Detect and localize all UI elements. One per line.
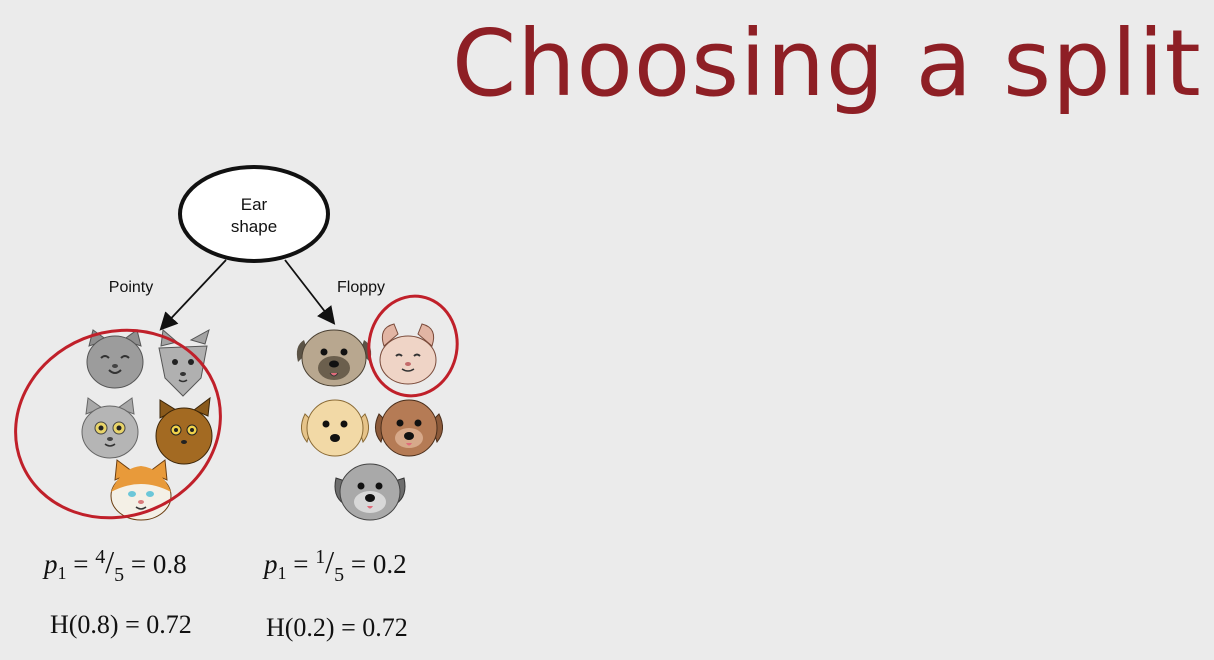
branch-label-pointy: Pointy: [109, 279, 153, 296]
left-denominator: 5: [114, 564, 125, 586]
right-denominator: 5: [334, 564, 345, 586]
right-entropy-formula: H(0.2) = 0.72: [266, 613, 408, 643]
branch-arrow-floppy: [284, 259, 336, 325]
root-node: [178, 165, 330, 263]
left-numerator: 4: [95, 546, 106, 568]
right-equals: =: [286, 549, 316, 579]
left-proportion-formula: p1 = 4/5 = 0.8: [44, 544, 187, 586]
cat-icon: [379, 323, 437, 385]
dog-icon: [296, 329, 372, 387]
dog-icon: [375, 399, 443, 457]
cat-icon: [155, 396, 213, 465]
right-slash: /: [325, 544, 335, 580]
dog-icon: [301, 399, 369, 457]
root-node-label-line2: shape: [231, 217, 277, 236]
right-result: = 0.2: [344, 549, 407, 579]
branch-arrow-pointy: [159, 259, 227, 331]
cat-icon: [110, 459, 172, 521]
left-result: = 0.8: [124, 549, 187, 579]
left-equals: =: [66, 549, 96, 579]
right-numerator: 1: [315, 546, 326, 568]
root-node-label-line1: Ear: [241, 195, 268, 214]
left-entropy-formula: H(0.8) = 0.72: [50, 610, 192, 640]
right-entropy-text: H(0.2) = 0.72: [266, 613, 408, 642]
right-proportion-formula: p1 = 1/5 = 0.2: [264, 544, 407, 586]
branch-label-floppy: Floppy: [337, 279, 385, 296]
left-slash: /: [105, 544, 115, 580]
right-p-index: 1: [277, 563, 287, 583]
dog-icon: [334, 463, 406, 521]
cat-icon: [86, 329, 144, 389]
right-p-symbol: p: [264, 549, 278, 579]
left-node-animals: [81, 328, 213, 521]
left-entropy-text: H(0.8) = 0.72: [50, 610, 192, 639]
left-p-index: 1: [57, 563, 67, 583]
left-p-symbol: p: [44, 549, 58, 579]
cat-icon: [81, 397, 139, 459]
